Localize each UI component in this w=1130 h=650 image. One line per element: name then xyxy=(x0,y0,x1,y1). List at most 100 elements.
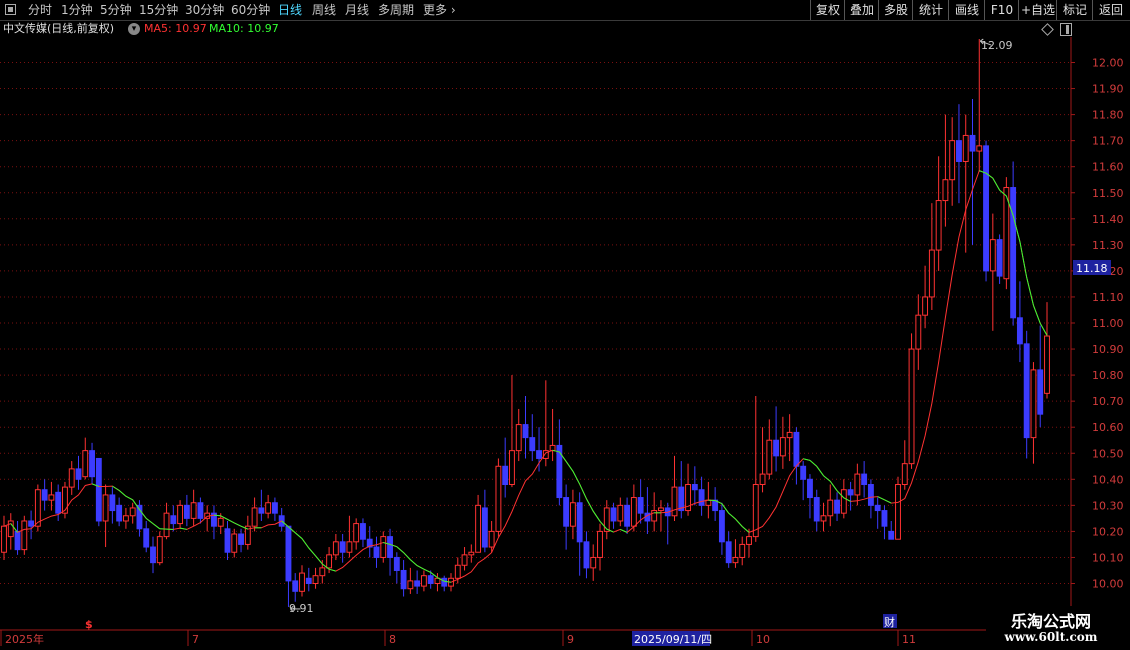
ma-falling-segment xyxy=(823,475,831,482)
candle-up-body xyxy=(177,504,184,525)
candle-down-body xyxy=(41,489,48,501)
candle-down-body xyxy=(387,536,393,558)
candle-up-body xyxy=(820,515,827,522)
candle-up-body xyxy=(509,450,515,486)
candle-down-body xyxy=(996,239,1003,277)
cursor-date: 2025/09/11/四 xyxy=(634,633,712,646)
candle-down-body xyxy=(441,577,448,587)
price-tick-label: 10.60 xyxy=(1092,421,1124,434)
candle-down-body xyxy=(95,457,102,522)
candle-up-body xyxy=(746,536,752,545)
candle-up-body xyxy=(326,554,333,569)
candle-down-body xyxy=(143,528,150,548)
candle-up-body xyxy=(739,543,746,558)
candle-down-body xyxy=(1010,187,1017,319)
candle-up-body xyxy=(62,486,68,514)
candle-up-body xyxy=(515,424,522,452)
ma-falling-segment xyxy=(565,461,574,472)
ma-falling-segment xyxy=(1019,241,1028,278)
candle-down-body xyxy=(414,580,421,587)
site-watermark: 乐淘公式网 www.60lt.com xyxy=(986,606,1130,650)
candle-up-body xyxy=(786,431,793,439)
candle-down-body xyxy=(238,533,244,545)
price-tick-label: 11.80 xyxy=(1092,109,1124,122)
time-tick-label: 8 xyxy=(389,633,396,646)
candle-up-body xyxy=(854,473,861,496)
candle-up-body xyxy=(407,580,414,590)
ma-falling-segment xyxy=(315,555,323,565)
candle-up-body xyxy=(163,512,170,538)
candle-down-body xyxy=(1023,343,1030,439)
candle-down-body xyxy=(867,484,874,506)
candle-down-body xyxy=(861,473,868,486)
candle-down-body xyxy=(427,575,434,584)
candle-down-body xyxy=(271,502,278,514)
candle-up-body xyxy=(895,484,901,540)
candle-up-body xyxy=(935,200,942,251)
candlestick-chart[interactable]: 10.00 10.10 10.20 10.30 10.40 10.50 10.60 10.70… xyxy=(0,0,1130,650)
candle-up-body xyxy=(671,486,678,517)
current-price-value: 11.18 xyxy=(1076,262,1108,275)
price-tick-label: 11.60 xyxy=(1092,161,1124,174)
candle-down-body xyxy=(847,489,854,496)
grid-lines xyxy=(0,62,1071,584)
price-tick-label: 10.00 xyxy=(1092,578,1124,591)
ma-falling-segment xyxy=(829,480,838,491)
candle-down-body xyxy=(170,515,177,525)
candle-down-body xyxy=(536,450,542,459)
candle-up-body xyxy=(949,140,956,181)
candle-up-body xyxy=(122,515,129,522)
candle-down-body xyxy=(393,556,400,571)
candle-up-body xyxy=(759,473,766,486)
ma-falling-segment xyxy=(803,458,811,461)
candle-up-body xyxy=(1030,369,1037,439)
candle-up-body xyxy=(34,489,41,527)
ma-falling-segment xyxy=(416,565,425,570)
candle-up-body xyxy=(651,510,658,522)
time-tick-label: 10 xyxy=(756,633,770,646)
candle-down-body xyxy=(888,530,895,540)
candle-down-body xyxy=(1037,369,1044,415)
ma-falling-segment xyxy=(1039,323,1048,336)
candle-up-body xyxy=(569,502,576,527)
candle-up-body xyxy=(353,523,360,543)
candle-up-body xyxy=(48,494,55,501)
candle-down-body xyxy=(339,541,346,553)
candle-down-body xyxy=(89,450,95,478)
candle-down-body xyxy=(55,491,62,514)
candle-up-body xyxy=(217,517,224,527)
candle-down-body xyxy=(529,437,536,452)
price-tick-label: 10.20 xyxy=(1092,525,1124,538)
ma-falling-segment xyxy=(145,517,154,524)
candle-down-body xyxy=(109,494,116,512)
candle-up-body xyxy=(942,179,949,202)
candle-down-body xyxy=(563,497,570,527)
ma-falling-segment xyxy=(294,532,303,539)
ma-falling-segment xyxy=(234,522,242,527)
candle-down-body xyxy=(224,528,231,553)
price-tick-label: 11.70 xyxy=(1092,135,1124,148)
candle-down-body xyxy=(576,502,583,543)
candle-down-body xyxy=(698,489,705,506)
candle-up-body xyxy=(827,499,834,517)
time-tick-label: 9 xyxy=(567,633,574,646)
ma-falling-segment xyxy=(809,460,818,467)
candle-down-body xyxy=(691,484,698,491)
candle-down-body xyxy=(610,507,617,522)
ma-falling-segment xyxy=(1026,277,1034,306)
ma-falling-segment xyxy=(308,547,316,557)
ma-falling-segment xyxy=(816,465,824,477)
candle-down-body xyxy=(813,497,820,522)
candle-down-body xyxy=(637,497,644,514)
candle-down-body xyxy=(718,510,725,543)
price-tick-label: 10.90 xyxy=(1092,343,1124,356)
ma-falling-segment xyxy=(1032,305,1041,324)
ma-falling-segment xyxy=(179,527,187,530)
candle-down-body xyxy=(956,140,962,162)
candle-down-body xyxy=(116,504,123,522)
candle-up-body xyxy=(454,564,461,579)
candle-up-body xyxy=(190,502,197,519)
candle-down-body xyxy=(834,499,840,514)
candle-up-body xyxy=(468,551,475,556)
candle-down-body xyxy=(874,504,881,512)
